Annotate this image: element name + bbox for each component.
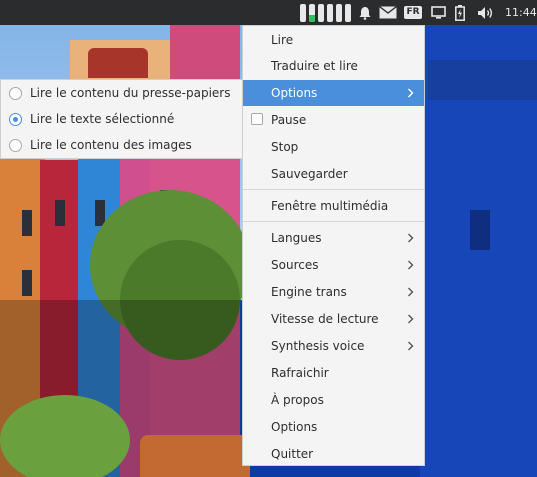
battery-icon[interactable]	[452, 0, 468, 25]
radio-unselected[interactable]	[9, 139, 22, 152]
menu-item-label: Sauvegarder	[271, 167, 348, 181]
menu-item-sauvegarder[interactable]: Sauvegarder	[243, 161, 424, 187]
menu-item-label: Traduire et lire	[271, 59, 358, 73]
menu-item-engine-trans-submenu[interactable]: Engine trans	[243, 279, 424, 305]
submenu-item-label: Lire le texte sélectionné	[30, 112, 175, 126]
menu-item-vitesse-de-lecture-submenu[interactable]: Vitesse de lecture	[243, 306, 424, 332]
menu-item-pause[interactable]: Pause	[243, 107, 424, 133]
menu-item-sources-submenu[interactable]: Sources	[243, 252, 424, 278]
menu-item-options-submenu[interactable]: Options	[243, 80, 424, 106]
submenu-item-label: Lire le contenu du presse-papiers	[30, 86, 231, 100]
sound-level-meter-icon[interactable]	[299, 0, 351, 25]
chevron-right-icon	[407, 333, 414, 359]
submenu-item-contenu-des-images[interactable]: Lire le contenu des images	[1, 132, 242, 159]
chevron-right-icon	[407, 279, 414, 305]
menu-item-quitter[interactable]: Quitter	[243, 441, 424, 467]
menu-item-label: Lire	[271, 33, 294, 47]
menu-item-label: Options	[271, 86, 318, 100]
menu-item-options[interactable]: Options	[243, 414, 424, 440]
menu-item-fenetre-multimedia[interactable]: Fenêtre multimédia	[243, 193, 424, 219]
menu-item-stop[interactable]: Stop	[243, 134, 424, 160]
menu-item-label: Quitter	[271, 447, 314, 461]
clock: 11:44	[505, 6, 537, 19]
submenu-item-texte-selectionne[interactable]: Lire le texte sélectionné	[1, 106, 242, 133]
chevron-right-icon	[407, 306, 414, 332]
submenu-item-presse-papiers[interactable]: Lire le contenu du presse-papiers	[1, 80, 242, 107]
submenu-item-label: Lire le contenu des images	[30, 138, 192, 152]
chevron-right-icon	[407, 252, 414, 278]
mail-icon[interactable]	[378, 0, 398, 25]
display-icon[interactable]	[428, 0, 448, 25]
menu-item-label: Vitesse de lecture	[271, 312, 379, 326]
volume-icon[interactable]	[475, 0, 497, 25]
chevron-right-icon	[407, 80, 414, 106]
pause-checkbox[interactable]	[251, 113, 263, 125]
menu-item-rafraichir[interactable]: Rafraichir	[243, 360, 424, 386]
menu-item-label: À propos	[271, 393, 324, 407]
menu-item-label: Engine trans	[271, 285, 347, 299]
menu-item-label: Synthesis voice	[271, 339, 365, 353]
chevron-right-icon	[407, 225, 414, 251]
menu-item-label: Sources	[271, 258, 319, 272]
menu-item-traduire-et-lire[interactable]: Traduire et lire	[243, 53, 424, 79]
menu-item-label: Rafraichir	[271, 366, 329, 380]
language-badge: FR	[404, 6, 422, 19]
radio-unselected[interactable]	[9, 87, 22, 100]
tray-context-menu: Lire Traduire et lire Options Pause Stop…	[242, 25, 425, 466]
menu-item-a-propos[interactable]: À propos	[243, 387, 424, 413]
top-panel: FR 11:44	[0, 0, 537, 25]
menu-item-label: Pause	[271, 113, 307, 127]
menu-separator	[243, 221, 424, 222]
menu-item-label: Langues	[271, 231, 322, 245]
notification-bell-icon[interactable]	[356, 0, 374, 25]
menu-separator	[243, 189, 424, 190]
menu-item-label: Options	[271, 420, 318, 434]
menu-item-label: Fenêtre multimédia	[271, 199, 389, 213]
radio-selected[interactable]	[9, 113, 22, 126]
menu-item-synthesis-voice-submenu[interactable]: Synthesis voice	[243, 333, 424, 359]
options-submenu: Lire le contenu du presse-papiers Lire l…	[0, 79, 242, 159]
menu-item-lire[interactable]: Lire	[243, 27, 424, 53]
menu-item-langues-submenu[interactable]: Langues	[243, 225, 424, 251]
fr-speech-icon[interactable]: FR	[402, 0, 424, 25]
menu-item-label: Stop	[271, 140, 299, 154]
